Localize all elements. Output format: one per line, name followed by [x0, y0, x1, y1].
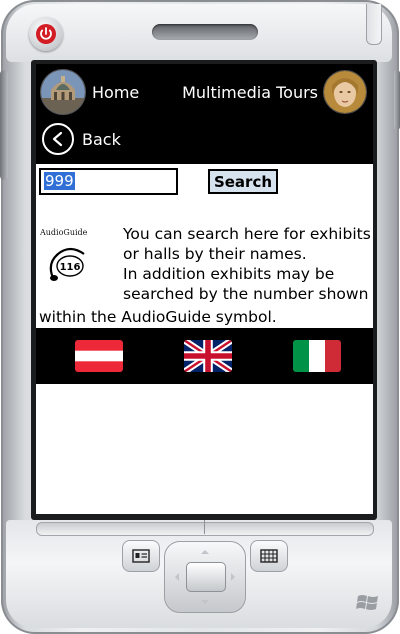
dpad-right-arrow-icon: [231, 573, 235, 581]
instructions-line-3: In addition exhibits may be: [123, 265, 335, 283]
power-icon: [36, 24, 56, 44]
softkey-strip[interactable]: [36, 522, 374, 536]
austria-flag-icon[interactable]: [75, 340, 123, 372]
right-side-key[interactable]: [394, 70, 400, 130]
instructions-text-block: You can search here for exhibits or hall…: [123, 224, 373, 304]
home-link[interactable]: Home: [40, 69, 139, 115]
power-button[interactable]: [29, 17, 63, 51]
stylus-slot: [366, 4, 382, 45]
top-navigation-bar: Home Multimedia Tours Back: [36, 64, 373, 164]
home-label: Home: [92, 82, 140, 102]
tours-portrait-icon: [323, 70, 367, 114]
italy-flag-icon[interactable]: [293, 340, 341, 372]
softkey-divider: [204, 520, 205, 534]
home-thumbnail-icon: [40, 69, 86, 115]
search-row: 999 Search: [36, 164, 373, 204]
back-button[interactable]: Back: [42, 120, 121, 158]
search-instructions: AudioGuide 116 You can search here for e…: [36, 224, 373, 328]
left-side-key[interactable]: [0, 70, 8, 180]
multimedia-tours-label: Multimedia Tours: [182, 82, 318, 102]
contacts-icon: [132, 549, 150, 563]
instructions-line-1: You can search here for exhibits: [123, 225, 371, 243]
search-input-value: 999: [44, 172, 75, 190]
audioguide-logo-number: 116: [60, 262, 81, 273]
multimedia-tours-link[interactable]: Multimedia Tours: [182, 69, 367, 115]
search-input[interactable]: 999: [39, 168, 178, 195]
earpiece-speaker: [152, 24, 258, 40]
calendar-button[interactable]: [250, 540, 288, 572]
language-bar: [36, 328, 373, 384]
back-label: Back: [82, 129, 121, 149]
device-screen: Home Multimedia Tours Back 999 Search Au…: [36, 64, 373, 514]
dpad-center-button[interactable]: [186, 562, 226, 592]
audioguide-headphone-icon: 116: [49, 247, 85, 281]
windows-logo-icon: [356, 595, 378, 610]
dpad-up-arrow-icon: [201, 550, 209, 554]
instructions-line-5: within the AudioGuide symbol.: [39, 308, 277, 326]
contacts-button[interactable]: [122, 540, 160, 572]
audioguide-logo: AudioGuide 116: [40, 228, 102, 288]
dpad-down-arrow-icon: [201, 600, 209, 604]
search-button[interactable]: Search: [208, 169, 278, 194]
dpad-left-arrow-icon: [175, 573, 179, 581]
instructions-line-2: or halls by their names.: [123, 245, 307, 263]
back-arrow-icon: [42, 123, 74, 155]
uk-flag-icon[interactable]: [184, 340, 232, 372]
calendar-icon: [260, 549, 278, 563]
instructions-line-4: searched by the number shown: [123, 285, 369, 303]
